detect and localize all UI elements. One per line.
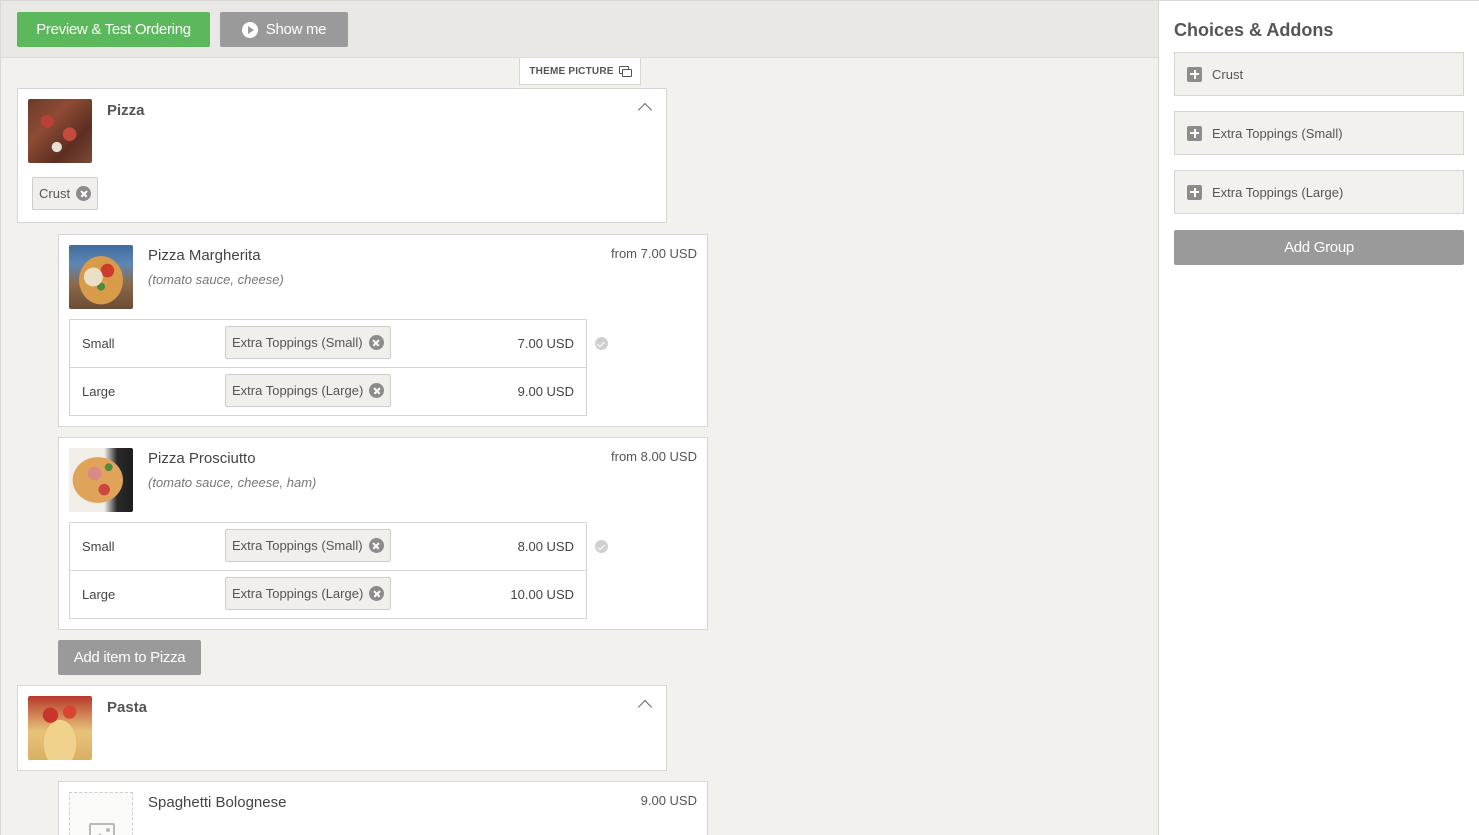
menu-item-card[interactable]: Pizza Prosciutto (tomato sauce, cheese, …: [58, 437, 708, 630]
show-me-button[interactable]: Show me: [220, 12, 348, 47]
item-image-placeholder[interactable]: [69, 792, 133, 835]
chip-label: Extra Toppings (Small): [232, 335, 363, 350]
addon-group-crust[interactable]: Crust: [1174, 52, 1464, 96]
item-name: Pizza Prosciutto: [148, 450, 256, 467]
choices-addons-panel: Choices & Addons Crust Extra Toppings (S…: [1158, 0, 1479, 835]
size-price: 7.00 USD: [517, 336, 574, 351]
remove-icon[interactable]: [368, 335, 384, 350]
play-icon: [241, 21, 258, 38]
size-price: 8.00 USD: [517, 539, 574, 554]
group-label: Extra Toppings (Large): [1212, 184, 1344, 200]
size-price: 9.00 USD: [517, 384, 574, 399]
group-label: Extra Toppings (Small): [1212, 125, 1343, 141]
chip-label: Crust: [39, 186, 71, 201]
theme-picture-button[interactable]: THEME PICTURE: [519, 58, 641, 85]
add-item-to-pizza-button[interactable]: Add item to Pizza: [58, 640, 201, 675]
group-label: Crust: [1212, 66, 1244, 82]
item-image[interactable]: [69, 245, 133, 309]
remove-icon[interactable]: [369, 383, 385, 398]
check-icon[interactable]: [595, 540, 608, 553]
image-placeholder-icon: [89, 823, 115, 835]
item-price: 9.00 USD: [640, 793, 697, 808]
size-table: Small Extra Toppings (Small) 7.00 USD La…: [69, 319, 587, 416]
menu-item-card[interactable]: Spaghetti Bolognese 9.00 USD: [58, 781, 708, 835]
chevron-up-icon[interactable]: [637, 699, 653, 715]
addon-chip: Extra Toppings (Small): [225, 529, 391, 562]
size-row[interactable]: Large Extra Toppings (Large) 9.00 USD: [70, 368, 586, 415]
item-name: Spaghetti Bolognese: [148, 794, 287, 811]
add-group-button[interactable]: Add Group: [1174, 230, 1464, 265]
menu-editor: Preview & Test Ordering Show me THEME PI…: [0, 0, 1158, 835]
show-me-label: Show me: [265, 21, 327, 38]
addon-group-extra-toppings-large[interactable]: Extra Toppings (Large): [1174, 170, 1464, 214]
category-card-pasta[interactable]: Pasta: [17, 685, 667, 771]
size-row[interactable]: Small Extra Toppings (Small) 7.00 USD: [70, 320, 586, 368]
item-price: from 7.00 USD: [611, 246, 697, 261]
size-row[interactable]: Small Extra Toppings (Small) 8.00 USD: [70, 523, 586, 571]
category-image[interactable]: [28, 99, 92, 163]
addon-chip: Extra Toppings (Small): [225, 326, 391, 359]
copy-icon: [618, 66, 632, 77]
size-price: 10.00 USD: [510, 587, 574, 602]
chip-label: Extra Toppings (Large): [232, 586, 364, 601]
size-name: Large: [82, 384, 116, 399]
size-name: Small: [82, 336, 115, 351]
size-name: Large: [82, 587, 116, 602]
item-price: from 8.00 USD: [611, 449, 697, 464]
remove-icon[interactable]: [368, 538, 384, 553]
preview-test-ordering-button[interactable]: Preview & Test Ordering: [17, 12, 210, 47]
menu-item-card[interactable]: Pizza Margherita (tomato sauce, cheese) …: [58, 234, 708, 427]
chevron-up-icon[interactable]: [637, 102, 653, 118]
item-description: (tomato sauce, cheese, ham): [148, 475, 317, 490]
category-title: Pasta: [107, 699, 148, 716]
chip-label: Extra Toppings (Large): [232, 383, 364, 398]
category-card-pizza[interactable]: Pizza Crust: [17, 88, 667, 223]
add-group-label: Add Group: [1284, 239, 1354, 256]
choice-chip-crust: Crust: [32, 177, 99, 210]
size-row[interactable]: Large Extra Toppings (Large) 10.00 USD: [70, 571, 586, 618]
toolbar: Preview & Test Ordering Show me: [1, 1, 1158, 58]
check-icon[interactable]: [595, 337, 608, 350]
panel-title: Choices & Addons: [1174, 20, 1334, 40]
add-item-label: Add item to Pizza: [73, 649, 186, 666]
theme-picture-label: THEME PICTURE: [529, 65, 614, 77]
plus-icon[interactable]: [1187, 184, 1202, 200]
plus-icon[interactable]: [1187, 125, 1202, 141]
item-name: Pizza Margherita: [148, 247, 261, 264]
addon-chip: Extra Toppings (Large): [225, 577, 392, 610]
chip-label: Extra Toppings (Small): [232, 538, 363, 553]
item-description: (tomato sauce, cheese): [148, 272, 284, 287]
remove-icon[interactable]: [76, 186, 92, 201]
addon-group-extra-toppings-small[interactable]: Extra Toppings (Small): [1174, 111, 1464, 155]
addon-chip: Extra Toppings (Large): [225, 374, 392, 407]
size-name: Small: [82, 539, 115, 554]
preview-button-label: Preview & Test Ordering: [36, 21, 191, 38]
remove-icon[interactable]: [369, 586, 385, 601]
category-image[interactable]: [28, 696, 92, 760]
item-image[interactable]: [69, 448, 133, 512]
category-title: Pizza: [107, 102, 145, 119]
plus-icon[interactable]: [1187, 66, 1202, 82]
size-table: Small Extra Toppings (Small) 8.00 USD La…: [69, 522, 587, 619]
